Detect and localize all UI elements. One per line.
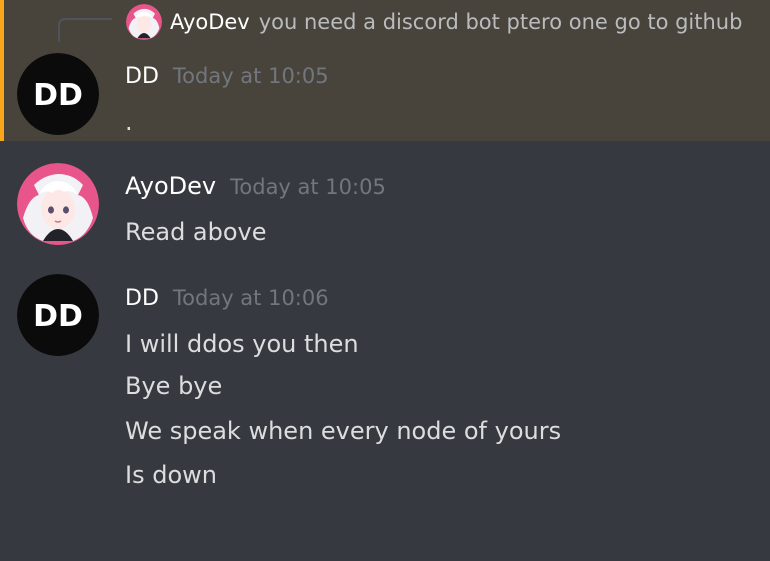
message-dd-reply[interactable]: AyoDev you need a discord bot ptero one … (0, 0, 770, 141)
message-text: Bye bye (125, 372, 223, 400)
message-text: We speak when every node of yours (125, 417, 562, 445)
reply-connector (58, 18, 112, 42)
message-timestamp[interactable]: Today at 10:05 (230, 175, 386, 199)
ayodev-reply-avatar[interactable] (126, 4, 162, 40)
message-text: Is down (125, 461, 217, 489)
reply-preview[interactable]: AyoDev you need a discord bot ptero one … (126, 4, 742, 40)
message-timestamp[interactable]: Today at 10:05 (173, 64, 329, 88)
message-author[interactable]: DD (125, 286, 159, 311)
ayodev-avatar[interactable] (17, 163, 99, 245)
message-text: . (125, 108, 133, 136)
message-author[interactable]: AyoDev (125, 172, 216, 200)
reply-snippet[interactable]: you need a discord bot ptero one go to g… (259, 10, 743, 34)
message-text: Read above (125, 218, 267, 246)
message-author[interactable]: DD (125, 64, 159, 89)
dd-logo-text: DD (33, 78, 83, 113)
message-timestamp[interactable]: Today at 10:06 (173, 286, 329, 310)
dd-avatar[interactable]: DD (17, 53, 99, 135)
chat-messages: AyoDev you need a discord bot ptero one … (0, 0, 770, 561)
dd-logo-text: DD (33, 299, 83, 334)
message-text: I will ddos you then (125, 330, 359, 358)
reply-author[interactable]: AyoDev (170, 10, 250, 34)
dd-avatar[interactable]: DD (17, 274, 99, 356)
